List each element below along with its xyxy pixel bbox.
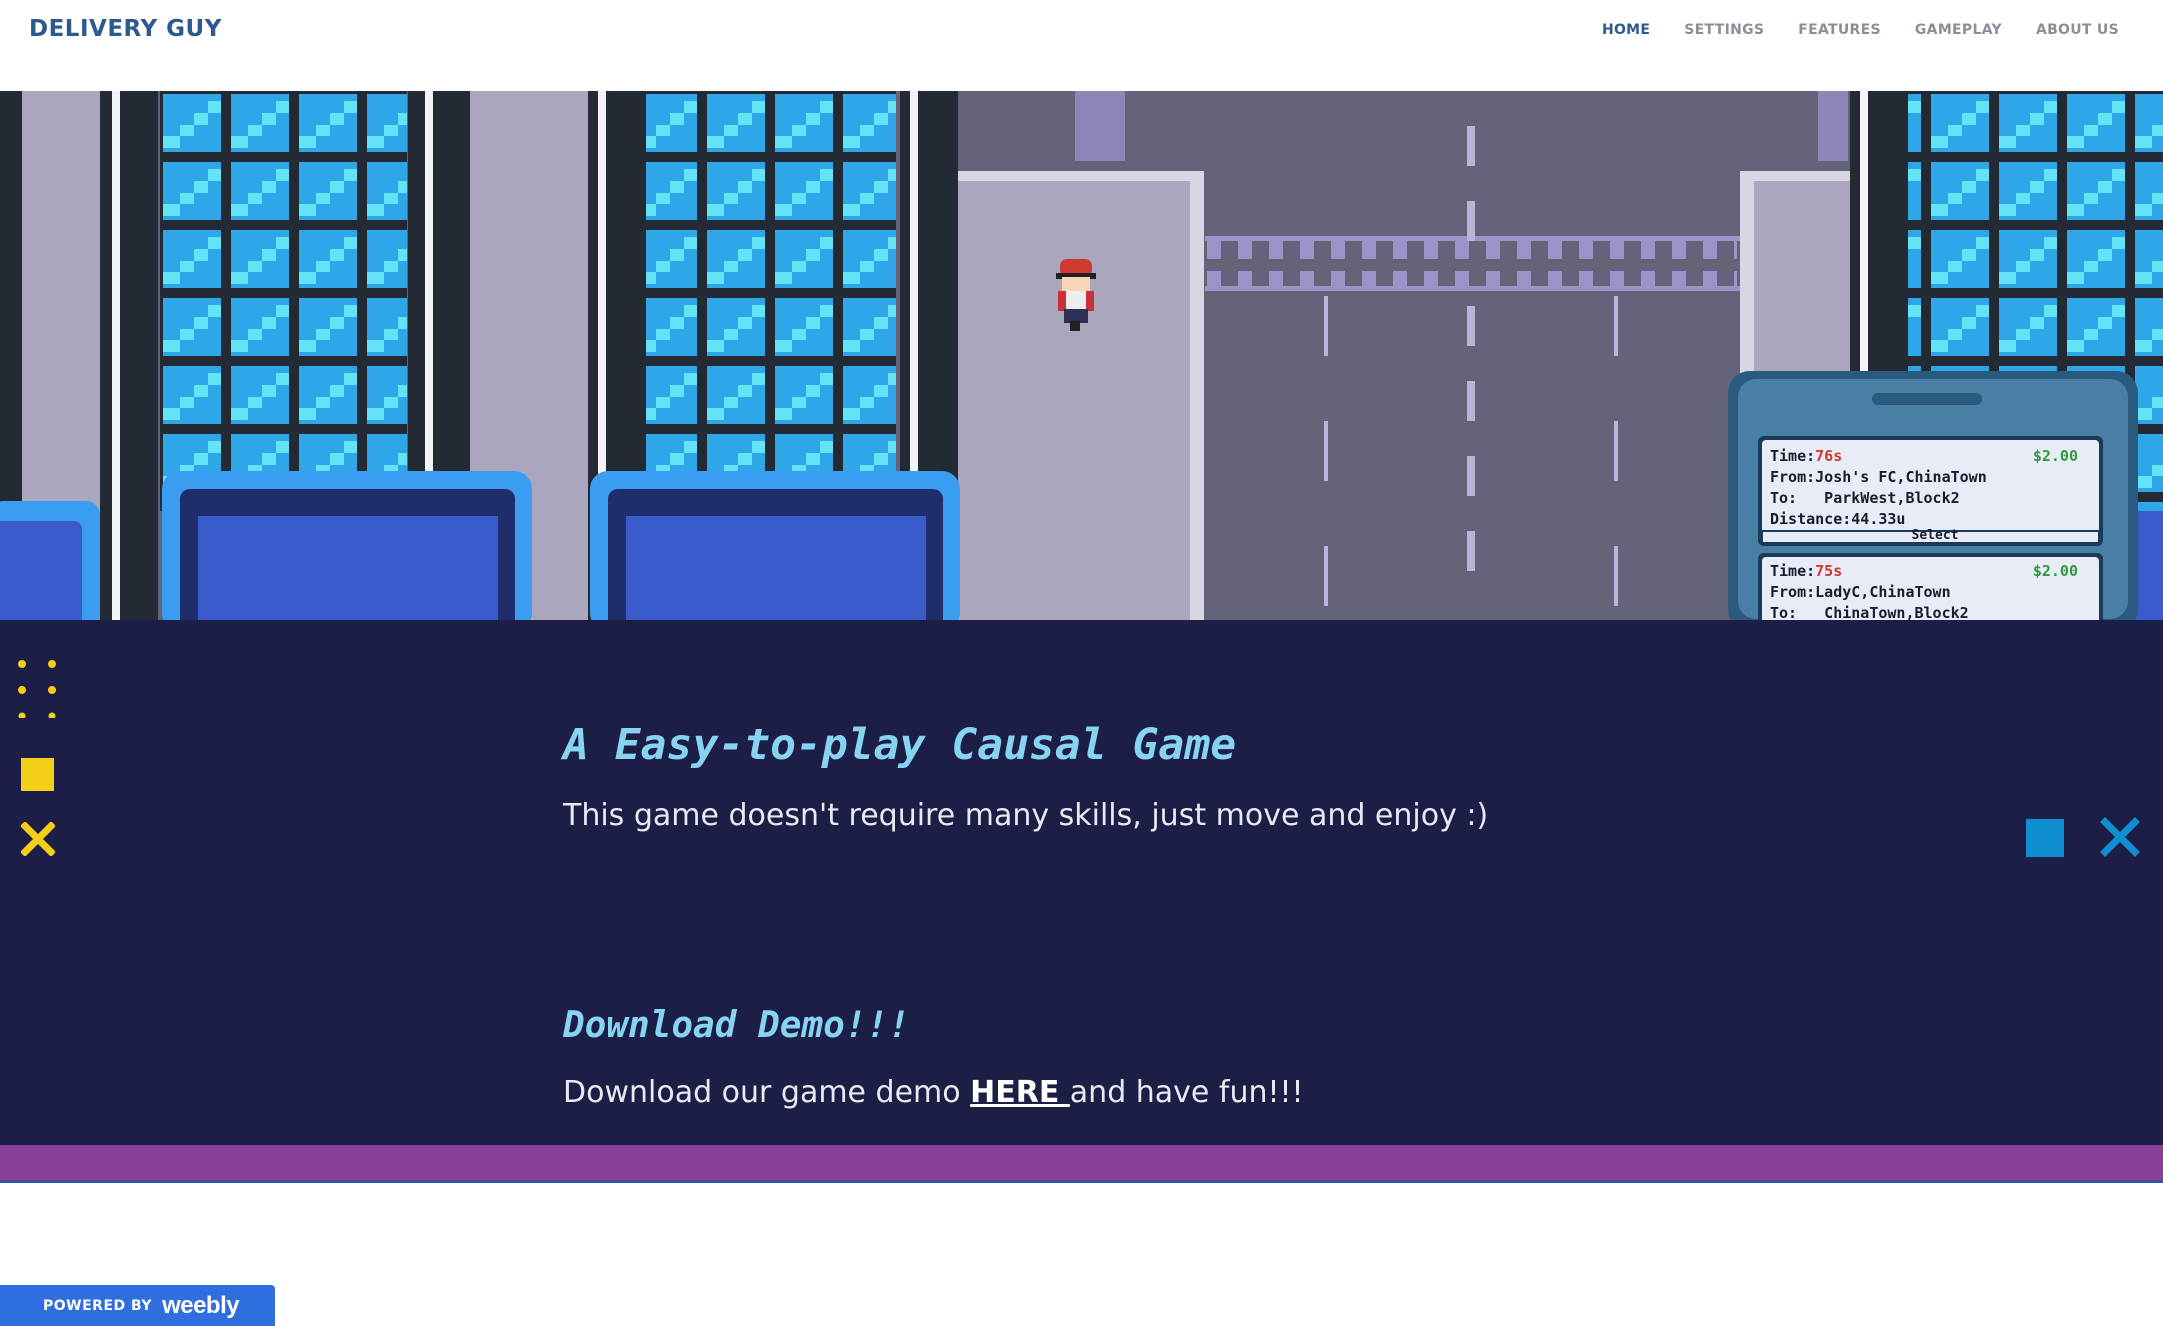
order-2-to: To: ChinaTown,Block2 xyxy=(1770,604,1969,620)
order-2-time: 75s xyxy=(1815,562,1843,580)
purple-divider-bar xyxy=(0,1145,2163,1183)
feature-description: This game doesn't require many skills, j… xyxy=(563,798,1489,833)
order-2-time-label: Time: xyxy=(1770,562,1816,580)
nav-about-us[interactable]: ABOUT US xyxy=(2036,22,2119,38)
yellow-cross-decoration-icon xyxy=(21,822,55,856)
main-nav: HOME SETTINGS FEATURES GAMEPLAY ABOUT US xyxy=(1602,22,2119,38)
weebly-logo: weebly xyxy=(162,1291,240,1319)
order-1-time-label: Time: xyxy=(1770,447,1816,465)
nav-gameplay[interactable]: GAMEPLAY xyxy=(1915,22,2002,38)
order-1-distance: Distance:44.33u xyxy=(1770,510,1906,528)
site-header: DELIVERY GUY HOME SETTINGS FEATURES GAME… xyxy=(0,0,2163,91)
download-text: Download our game demo HERE and have fun… xyxy=(563,1075,1304,1110)
content-section: A Easy-to-play Causal Game This game doe… xyxy=(0,620,2163,1145)
order-1-to: To: ParkWest,Block2 xyxy=(1770,489,1960,507)
powered-by-label: POWERED BY xyxy=(43,1297,153,1314)
download-heading: Download Demo!!! xyxy=(563,1005,910,1046)
order-card-2[interactable]: Time:75s $2.00 From:LadyC,ChinaTown To: … xyxy=(1770,561,2100,620)
order-1-select-button[interactable]: Select xyxy=(1770,529,2100,542)
blue-cross-decoration-icon xyxy=(2100,817,2140,857)
dots-decoration-icon xyxy=(18,660,56,718)
nav-settings[interactable]: SETTINGS xyxy=(1684,22,1764,38)
download-text-after: and have fun!!! xyxy=(1069,1075,1304,1110)
download-here-link[interactable]: HERE xyxy=(970,1075,1070,1110)
yellow-square-decoration-icon xyxy=(21,758,54,791)
order-1-from: From:Josh's FC,ChinaTown xyxy=(1770,468,1987,486)
order-2-price: $2.00 xyxy=(2032,562,2078,580)
nav-features[interactable]: FEATURES xyxy=(1798,22,1881,38)
nav-home[interactable]: HOME xyxy=(1602,22,1650,38)
download-text-before: Download our game demo xyxy=(563,1075,971,1110)
order-card-1[interactable]: Time:76s $2.00 From:Josh's FC,ChinaTown … xyxy=(1770,446,2100,542)
order-1-time: 76s xyxy=(1815,447,1843,465)
hero-game-screenshot: Time:76s $2.00 From:Josh's FC,ChinaTown … xyxy=(0,91,2163,620)
site-logo[interactable]: DELIVERY GUY xyxy=(29,16,222,42)
powered-by-weebly-badge[interactable]: POWERED BY weebly xyxy=(0,1285,275,1326)
blue-square-decoration-icon xyxy=(2026,819,2064,857)
order-1-price: $2.00 xyxy=(2032,447,2078,465)
order-2-from: From:LadyC,ChinaTown xyxy=(1770,583,1951,601)
feature-heading: A Easy-to-play Causal Game xyxy=(563,720,1237,770)
